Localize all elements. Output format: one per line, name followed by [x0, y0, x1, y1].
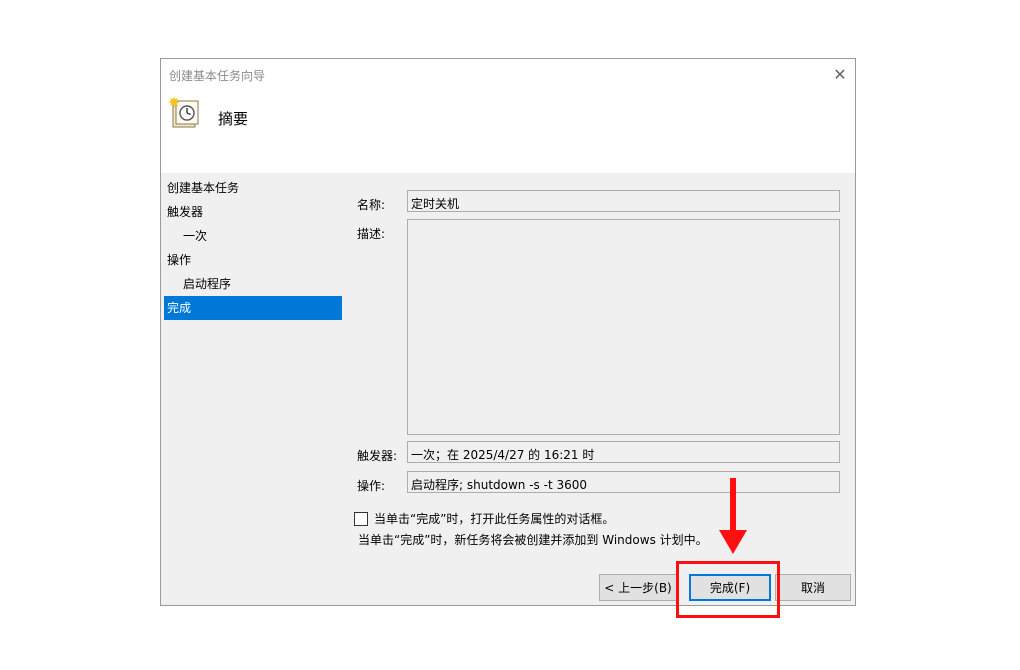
- cancel-button[interactable]: 取消: [775, 574, 851, 601]
- step-create-basic-task: 创建基本任务: [167, 181, 240, 195]
- description-label: 描述:: [357, 227, 386, 241]
- step-start-program: 启动程序: [183, 277, 232, 291]
- open-properties-checkbox[interactable]: [354, 511, 368, 526]
- open-properties-option[interactable]: 当单击“完成”时，打开此任务属性的对话框。: [354, 510, 614, 527]
- finish-button-highlight-annotation: [676, 561, 780, 618]
- trigger-label: 触发器:: [357, 449, 398, 463]
- task-clock-icon: [169, 97, 199, 128]
- close-icon[interactable]: ✕: [825, 59, 855, 89]
- open-properties-checkbox-label[interactable]: 当单击“完成”时，打开此任务属性的对话框。: [374, 510, 614, 527]
- description-field[interactable]: [407, 219, 840, 435]
- wizard-steps-nav: 创建基本任务 触发器 一次 操作 启动程序 完成: [164, 176, 342, 320]
- title-bar: 创建基本任务向导 ✕: [161, 59, 855, 89]
- window-title: 创建基本任务向导: [169, 69, 266, 83]
- info-text: 当单击“完成”时，新任务将会被创建并添加到 Windows 计划中。: [358, 533, 708, 547]
- action-field[interactable]: 启动程序; shutdown -s -t 3600: [407, 471, 840, 493]
- action-label: 操作:: [357, 479, 386, 493]
- wizard-header: 摘要: [161, 89, 855, 173]
- trigger-field[interactable]: 一次；在 2025/4/27 的 16:21 时: [407, 441, 840, 463]
- step-trigger: 触发器: [167, 205, 204, 219]
- step-finish: 完成: [164, 296, 342, 320]
- back-button[interactable]: < 上一步(B): [599, 574, 677, 601]
- step-once: 一次: [183, 229, 208, 243]
- name-field[interactable]: 定时关机: [407, 190, 840, 212]
- annotation-arrow-icon: [719, 478, 747, 554]
- create-basic-task-wizard-dialog: 创建基本任务向导 ✕ 摘要 创建基本任务 触发器 一次 操作 启动程序 完成 名…: [160, 58, 856, 606]
- page-title: 摘要: [218, 110, 249, 128]
- name-label: 名称:: [357, 198, 386, 212]
- step-action: 操作: [167, 253, 192, 267]
